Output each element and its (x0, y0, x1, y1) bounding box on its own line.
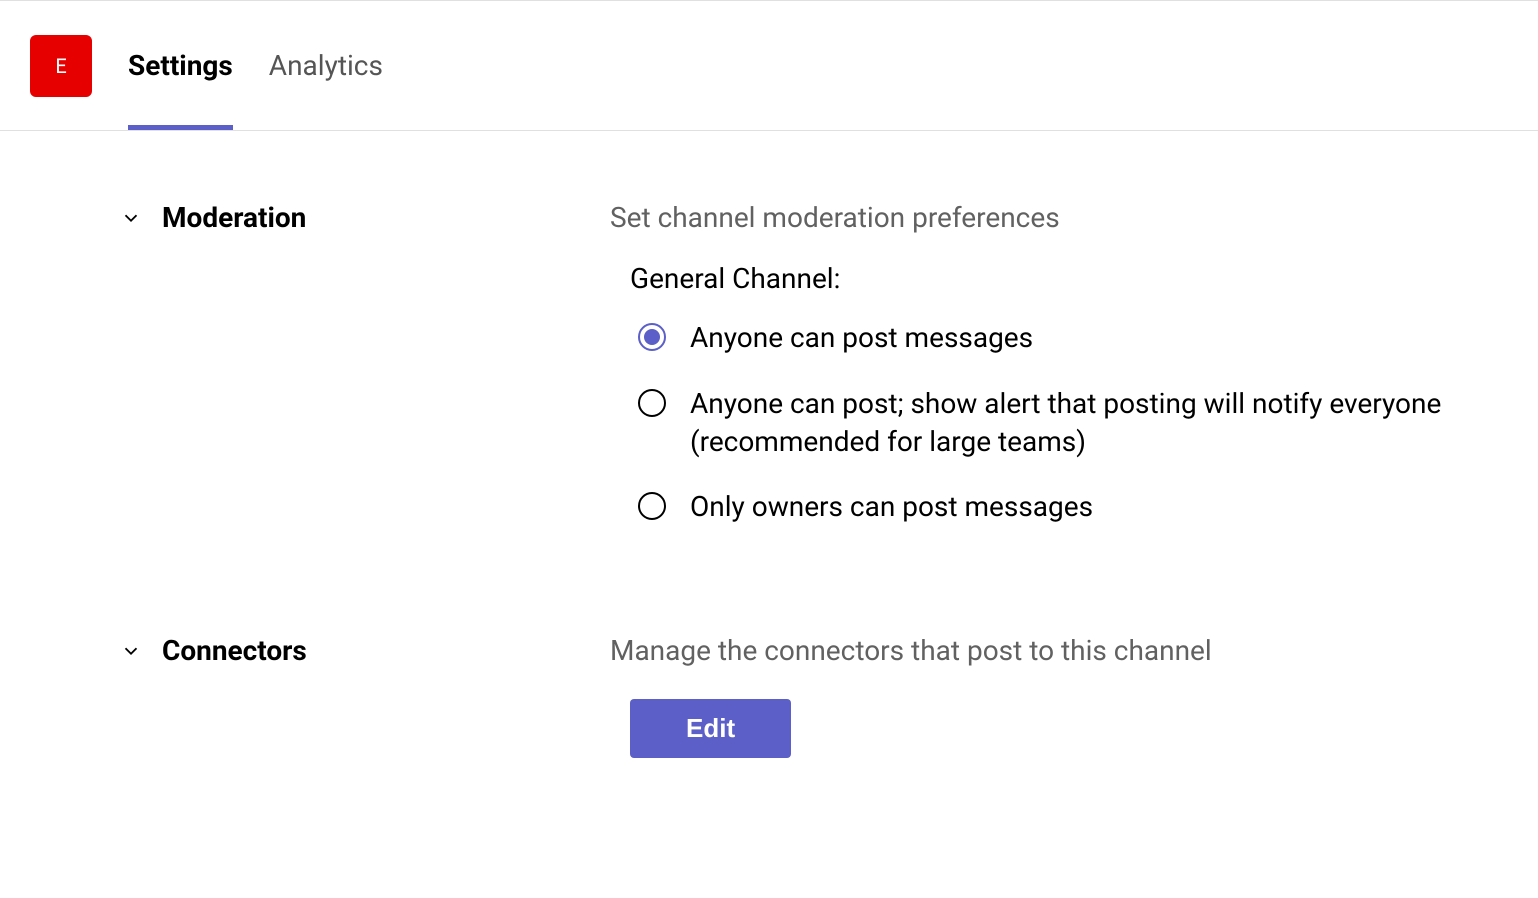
section-header-connectors[interactable]: Connectors (120, 634, 610, 758)
radio-label: Anyone can post messages (690, 319, 1033, 357)
radio-label: Anyone can post; show alert that posting… (690, 385, 1538, 461)
chevron-down-icon (120, 207, 142, 229)
moderation-description: Set channel moderation preferences (610, 201, 1538, 234)
connectors-description: Manage the connectors that post to this … (610, 634, 1538, 667)
section-title-connectors: Connectors (162, 634, 307, 667)
radio-option-owners-only[interactable]: Only owners can post messages (638, 488, 1538, 526)
radio-icon (638, 389, 666, 417)
chevron-down-icon (120, 640, 142, 662)
tab-settings[interactable]: Settings (128, 19, 233, 112)
section-header-moderation[interactable]: Moderation (120, 201, 610, 554)
tabs: Settings Analytics (128, 19, 383, 112)
radio-option-anyone[interactable]: Anyone can post messages (638, 319, 1538, 357)
moderation-radio-group: Anyone can post messages Anyone can post… (638, 319, 1538, 526)
section-title-moderation: Moderation (162, 201, 306, 234)
radio-option-anyone-alert[interactable]: Anyone can post; show alert that posting… (638, 385, 1538, 461)
edit-connectors-button[interactable]: Edit (630, 699, 791, 758)
channel-label: General Channel: (630, 262, 1538, 295)
section-moderation: Moderation Set channel moderation prefer… (120, 201, 1538, 554)
section-connectors: Connectors Manage the connectors that po… (120, 634, 1538, 758)
header: E Settings Analytics (0, 0, 1538, 131)
radio-label: Only owners can post messages (690, 488, 1093, 526)
section-body-connectors: Manage the connectors that post to this … (610, 634, 1538, 758)
content: Moderation Set channel moderation prefer… (0, 131, 1538, 898)
section-body-moderation: Set channel moderation preferences Gener… (610, 201, 1538, 554)
team-avatar[interactable]: E (30, 35, 92, 97)
tab-analytics[interactable]: Analytics (269, 19, 383, 112)
radio-icon (638, 323, 666, 351)
radio-icon (638, 492, 666, 520)
